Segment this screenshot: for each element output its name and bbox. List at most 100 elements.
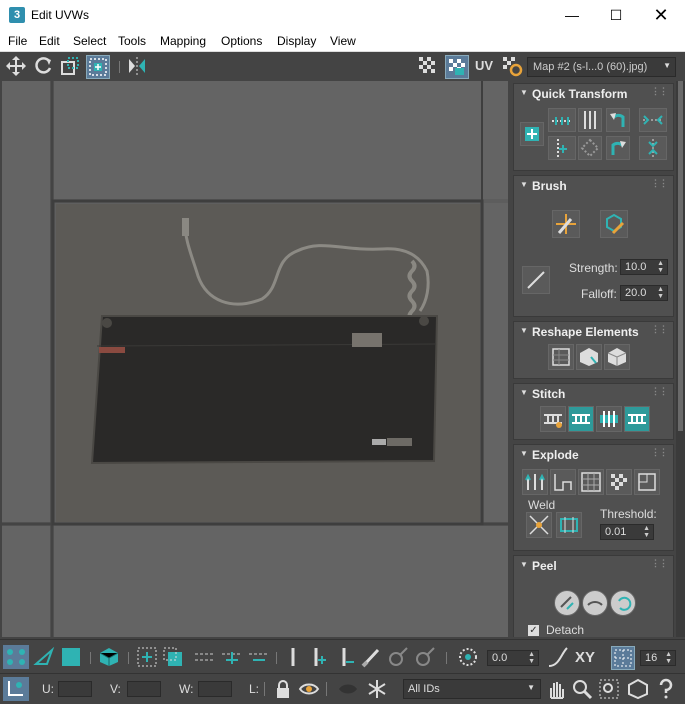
map-select-dropdown[interactable]: Map #2 (s-l...0 (60).jpg) ▼	[527, 57, 676, 77]
straighten-selection-icon[interactable]	[548, 344, 574, 370]
strength-spinner[interactable]: 10.0 ▲ ▼	[620, 259, 668, 275]
reshape-header[interactable]: ▼ Reshape Elements ⋮⋮	[514, 322, 673, 340]
align-to-edge-icon[interactable]	[548, 136, 576, 160]
pan-icon[interactable]	[545, 678, 567, 700]
paint-move-icon[interactable]	[552, 210, 580, 238]
uv-viewport[interactable]	[2, 81, 508, 637]
show-icon[interactable]	[337, 678, 359, 700]
flatten-by-smoothing-icon[interactable]	[606, 469, 632, 495]
checker-pattern-icon[interactable]	[417, 55, 439, 77]
menu-bar: File Edit Select Tools Mapping Options D…	[0, 30, 685, 52]
menu-options[interactable]: Options	[221, 34, 262, 48]
freeform-icon[interactable]	[86, 55, 110, 79]
align-vertical-icon[interactable]	[578, 108, 602, 132]
brush-header[interactable]: ▼ Brush ⋮⋮	[514, 176, 673, 194]
rotate-ccw-icon[interactable]	[606, 108, 630, 132]
rotate-cw-icon[interactable]	[606, 136, 630, 160]
panel-scrollbar[interactable]	[676, 81, 685, 637]
stitch-to-source-icon[interactable]	[624, 406, 650, 432]
straighten-icon[interactable]	[578, 136, 602, 160]
paint-relax-icon[interactable]	[600, 210, 628, 238]
u-field[interactable]	[58, 681, 92, 697]
menu-tools[interactable]: Tools	[118, 34, 146, 48]
edge-select-icon[interactable]	[33, 646, 55, 668]
enlarge-brush-icon[interactable]	[387, 646, 409, 668]
maximize-button[interactable]: ☐	[593, 0, 639, 30]
quick-peel-icon[interactable]	[554, 590, 580, 616]
stitch-header[interactable]: ▼ Stitch ⋮⋮	[514, 384, 673, 402]
freeze-icon[interactable]	[366, 678, 388, 700]
menu-view[interactable]: View	[330, 34, 356, 48]
menu-select[interactable]: Select	[73, 34, 106, 48]
break-icon[interactable]	[522, 469, 548, 495]
ring-select-icon[interactable]	[282, 646, 304, 668]
stitch-average-icon[interactable]	[596, 406, 622, 432]
hide-icon[interactable]	[298, 678, 320, 700]
v-label: V:	[110, 682, 121, 696]
show-map-icon[interactable]	[445, 55, 469, 79]
w-field[interactable]	[198, 681, 232, 697]
menu-mapping[interactable]: Mapping	[160, 34, 206, 48]
zoom-icon[interactable]	[571, 678, 593, 700]
grow-ring-icon[interactable]	[307, 646, 329, 668]
reset-peel-icon[interactable]	[610, 590, 636, 616]
grid-value-spinner[interactable]: 16 ▲ ▼	[640, 650, 676, 666]
falloff-spinner[interactable]: 20.0 ▲ ▼	[620, 285, 668, 301]
element-select-icon[interactable]	[98, 646, 120, 668]
flatten-by-material-icon[interactable]	[634, 469, 660, 495]
uv-label[interactable]: UV	[475, 58, 493, 73]
shrink-loop-icon[interactable]	[247, 646, 271, 668]
xy-label[interactable]: XY	[575, 649, 595, 666]
menu-edit[interactable]: Edit	[39, 34, 60, 48]
menu-file[interactable]: File	[8, 34, 27, 48]
rotate-icon[interactable]	[32, 55, 54, 77]
loop-select-icon[interactable]	[193, 646, 217, 668]
scrollbar-thumb[interactable]	[678, 81, 683, 431]
map-settings-icon[interactable]	[501, 55, 523, 77]
detach-edge-icon[interactable]	[550, 469, 576, 495]
stitch-to-target-icon[interactable]	[568, 406, 594, 432]
scale-icon[interactable]	[59, 55, 81, 77]
brush-line-icon[interactable]	[522, 266, 550, 294]
grow-selection-icon[interactable]	[136, 646, 158, 668]
peel-mode-icon[interactable]	[582, 590, 608, 616]
help-icon[interactable]	[655, 678, 677, 700]
peel-header[interactable]: ▼ Peel ⋮⋮	[514, 556, 673, 574]
soft-selection-icon[interactable]	[457, 646, 479, 668]
close-button[interactable]: ✕	[638, 0, 684, 30]
mirror-icon[interactable]	[126, 55, 148, 77]
grow-loop-icon[interactable]	[220, 646, 244, 668]
move-icon[interactable]	[5, 55, 27, 77]
weld-selected-icon[interactable]	[526, 512, 552, 538]
stitch-custom-icon[interactable]	[540, 406, 566, 432]
quick-transform-header[interactable]: ▼ Quick Transform ⋮⋮	[514, 84, 673, 102]
shrink-selection-icon[interactable]	[162, 646, 184, 668]
space-vertical-icon[interactable]	[639, 136, 667, 160]
set-pivot-icon[interactable]	[520, 122, 544, 146]
face-select-icon[interactable]	[60, 646, 82, 668]
shrink-brush-icon[interactable]	[414, 646, 436, 668]
space-horizontal-icon[interactable]	[639, 108, 667, 132]
lock-icon[interactable]	[272, 678, 294, 700]
paint-select-icon[interactable]	[361, 646, 383, 668]
falloff-curve-icon[interactable]	[547, 646, 569, 668]
vertex-select-icon[interactable]	[3, 645, 29, 669]
shrink-ring-icon[interactable]	[335, 646, 357, 668]
relax-icon[interactable]	[604, 344, 630, 370]
minimize-button[interactable]: —	[549, 0, 595, 30]
absolute-offset-icon[interactable]	[3, 677, 29, 701]
weld-target-icon[interactable]	[556, 512, 582, 538]
v-field[interactable]	[127, 681, 161, 697]
align-horizontal-icon[interactable]	[548, 108, 576, 132]
detach-checkbox[interactable]: ✓	[528, 625, 539, 636]
grid-snap-icon[interactable]	[611, 646, 635, 670]
flatten-by-polygon-icon[interactable]	[578, 469, 604, 495]
zoom-extents-icon[interactable]	[627, 678, 649, 700]
id-filter-dropdown[interactable]: All IDs ▼	[403, 679, 541, 699]
explode-header[interactable]: ▼ Explode ⋮⋮	[514, 445, 673, 463]
zoom-region-icon[interactable]	[598, 678, 620, 700]
relax-until-flat-icon[interactable]	[576, 344, 602, 370]
menu-display[interactable]: Display	[277, 34, 316, 48]
angle-spinner[interactable]: 0.0 ▲ ▼	[487, 650, 539, 666]
threshold-spinner[interactable]: 0.01 ▲ ▼	[600, 524, 654, 540]
